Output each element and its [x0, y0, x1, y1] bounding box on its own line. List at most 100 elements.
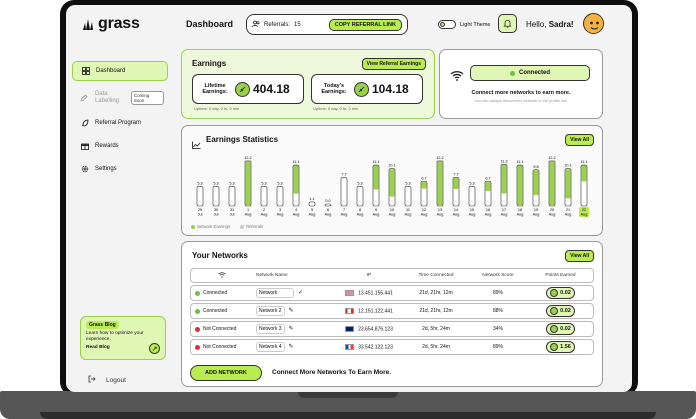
avatar[interactable]: [583, 13, 604, 34]
view-all-stats-button[interactable]: View All: [565, 134, 594, 146]
x-tick-label: 15: [470, 208, 474, 212]
pencil-icon[interactable]: ✎: [289, 308, 294, 314]
sidebar-item-label: Rewards: [95, 143, 119, 149]
points-earned: 0.02: [546, 323, 575, 335]
network-name-input[interactable]: Network: [256, 288, 294, 298]
network-score: 88%: [468, 303, 528, 319]
view-referral-earnings-button[interactable]: View Referral Earnings: [361, 58, 426, 70]
column-header: Points Earned: [528, 268, 594, 283]
status-label: Not Connected: [203, 344, 237, 350]
ca-flag-icon: [345, 307, 355, 314]
status-dot: [195, 326, 200, 332]
table-row[interactable]: Not Connected Network 4 ✎ 33.542.122.123 …: [190, 339, 594, 355]
data-label: 11.1: [372, 160, 379, 164]
x-tick-label: Aug: [581, 213, 588, 217]
lifetime-earnings-label: Lifetime Earnings:: [202, 82, 228, 95]
sidebar-item-dashboard[interactable]: Dashboard: [72, 61, 168, 81]
column-header: Network Score: [468, 268, 528, 283]
x-tick-label: 31: [230, 208, 234, 212]
bar-fill: [437, 161, 443, 206]
data-label: 11.1: [580, 160, 587, 164]
gear-icon: [80, 165, 89, 174]
x-tick-label: Jul: [198, 213, 203, 217]
chart-bar: [308, 201, 316, 207]
points-value: 0.02: [560, 326, 571, 332]
data-label: 5.3: [357, 181, 362, 185]
bar-outline: [324, 203, 332, 207]
bar-fill: [501, 164, 507, 194]
chart-bar: [564, 168, 572, 207]
x-tick-label: 21: [566, 208, 570, 212]
points-earned: 0.02: [546, 287, 575, 299]
x-tick-label: 10: [390, 208, 394, 212]
column-header: Network Name: [252, 268, 334, 283]
logout-button[interactable]: Logout: [88, 375, 126, 385]
x-tick-label: Aug: [373, 213, 380, 217]
bar-fill: [245, 161, 251, 206]
brand-logo[interactable]: grass: [82, 15, 140, 33]
add-network-message: Connect More Networks To Earn More.: [272, 369, 392, 376]
data-label: 0.0: [325, 199, 330, 203]
theme-toggle[interactable]: Light Theme: [438, 20, 490, 29]
data-label: 5.3: [213, 181, 218, 185]
connection-submessage: You can always disconnect network in the…: [474, 98, 568, 103]
table-row[interactable]: Not Connected Network 3 ✎ 23.654.876.123 …: [190, 321, 594, 337]
x-tick-label: 2: [263, 208, 265, 212]
toggle-track[interactable]: [438, 20, 456, 29]
fr-flag-icon: [345, 343, 355, 350]
x-tick-label: 30: [214, 208, 218, 212]
x-tick-label: Aug: [565, 213, 572, 217]
pencil-icon[interactable]: ✎: [289, 344, 294, 350]
time-connected: 21d, 21hr, 12m: [404, 303, 468, 319]
ip-address: 33.542.122.123: [358, 344, 393, 351]
sidebar-item-label: Settings: [95, 166, 117, 172]
add-network-button[interactable]: ADD NETWORK: [190, 365, 262, 381]
x-tick-label: Aug: [245, 213, 252, 217]
logout-label: Logout: [106, 376, 126, 384]
sidebar-item-label: Referral Program: [95, 120, 142, 126]
network-score: 89%: [468, 339, 528, 355]
table-row[interactable]: Connected Network 2 ✎ 12.151.122.441 21d,…: [190, 303, 594, 319]
data-label: 5.3: [261, 181, 266, 185]
view-all-networks-button[interactable]: View All: [565, 250, 594, 262]
pencil-icon[interactable]: ✎: [289, 326, 294, 332]
grid-icon: [81, 67, 90, 76]
check-icon[interactable]: ✓: [298, 290, 303, 296]
blog-description: Learn how to optimize your experience.: [86, 331, 144, 342]
theme-label: Light Theme: [460, 21, 491, 28]
x-tick-label: 7: [343, 208, 345, 212]
grass-logo-icon: [83, 19, 93, 30]
blog-card[interactable]: Grass Blog Learn how to optimize your ex…: [80, 316, 166, 360]
data-label: 12.2: [244, 156, 251, 160]
x-tick-label: Aug: [421, 213, 428, 217]
copy-referral-link-button[interactable]: COPY REFERRAL LINK: [328, 18, 402, 31]
x-tick-label: Aug: [357, 213, 364, 217]
network-name-input[interactable]: Network 2: [256, 306, 285, 316]
network-name-input[interactable]: Network 3: [256, 324, 285, 334]
chart-bar: [276, 186, 284, 207]
x-tick-label: Aug: [501, 213, 508, 217]
bar-fill: [373, 165, 379, 190]
arrow-icon[interactable]: ↗: [149, 343, 160, 354]
data-label: 6.7: [485, 176, 490, 180]
status-cell: Connected: [195, 290, 248, 296]
page-title: Dashboard: [186, 19, 234, 29]
points-earned: 1.56: [546, 341, 575, 353]
bar-outline: [276, 186, 284, 207]
connection-status-button[interactable]: Connected: [470, 65, 590, 81]
bar-outline: [260, 186, 268, 207]
data-label: 5.3: [405, 181, 410, 185]
sidebar-item-rewards[interactable]: Rewards: [72, 136, 168, 156]
chart-bar: [340, 177, 348, 207]
network-name-input[interactable]: Network 4: [256, 342, 285, 352]
chart-bar: [532, 169, 540, 207]
bar-outline: [212, 186, 220, 207]
greeting: Hello, Sadra!: [526, 20, 574, 29]
status-cell: Not Connected: [195, 344, 248, 350]
notifications-button[interactable]: [498, 14, 517, 33]
table-row[interactable]: Connected Network ✓ 13.451.155.441 21d, 2…: [190, 285, 594, 301]
sidebar-item-referral-program[interactable]: Referral Program: [72, 113, 168, 133]
sidebar-item-settings[interactable]: Settings: [72, 159, 168, 179]
coming-soon-badge: Coming Soon: [130, 91, 165, 105]
x-tick-label: Aug: [533, 213, 540, 217]
